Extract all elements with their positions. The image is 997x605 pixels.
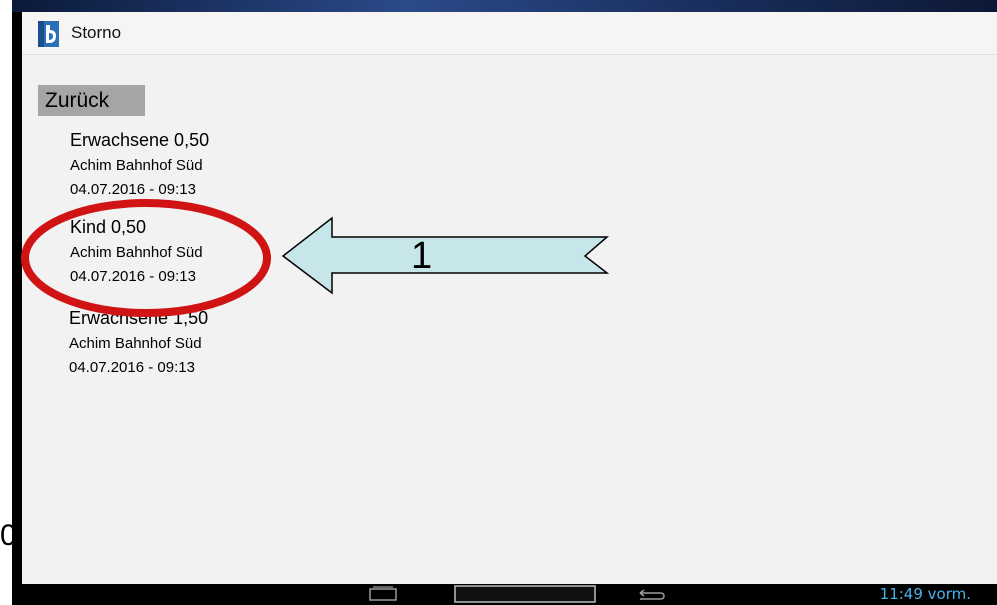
action-bar: Storno <box>22 12 997 55</box>
system-nav-bar <box>12 584 997 605</box>
back-nav-icon[interactable] <box>639 589 665 600</box>
ticket-title: Kind 0,50 <box>70 217 147 237</box>
ticket-datetime: 04.07.2016 - 09:13 <box>70 181 196 198</box>
app-screen: Storno Zurück Erwachsene 0,50 Achim Bahn… <box>22 12 997 584</box>
ticket-datetime: 04.07.2016 - 09:13 <box>69 359 195 376</box>
top-bezel <box>12 0 997 12</box>
list-item[interactable]: Erwachsene 1,50 Achim Bahnhof Süd 04.07.… <box>69 307 208 377</box>
ticket-station: Achim Bahnhof Süd <box>70 244 203 261</box>
tablet-frame: Storno Zurück Erwachsene 0,50 Achim Bahn… <box>12 0 997 605</box>
home-icon[interactable] <box>454 585 596 603</box>
app-title: Storno <box>71 23 122 42</box>
cropped-side-text: 01 <box>0 519 12 552</box>
list-item[interactable]: Kind 0,50 Achim Bahnhof Süd 04.07.2016 -… <box>70 216 203 286</box>
nav-buttons <box>369 585 665 603</box>
ticket-datetime: 04.07.2016 - 09:13 <box>70 268 196 285</box>
status-clock: 11:49 vorm. <box>879 585 971 603</box>
ticket-title: Erwachsene 0,50 <box>70 130 210 150</box>
recent-apps-icon[interactable] <box>369 586 397 601</box>
back-button[interactable]: Zurück <box>38 85 145 116</box>
app-logo-icon <box>38 21 59 47</box>
ticket-station: Achim Bahnhof Süd <box>69 335 202 352</box>
ticket-station: Achim Bahnhof Süd <box>70 157 203 174</box>
ticket-title: Erwachsene 1,50 <box>69 308 209 328</box>
list-item[interactable]: Erwachsene 0,50 Achim Bahnhof Süd 04.07.… <box>70 129 209 199</box>
